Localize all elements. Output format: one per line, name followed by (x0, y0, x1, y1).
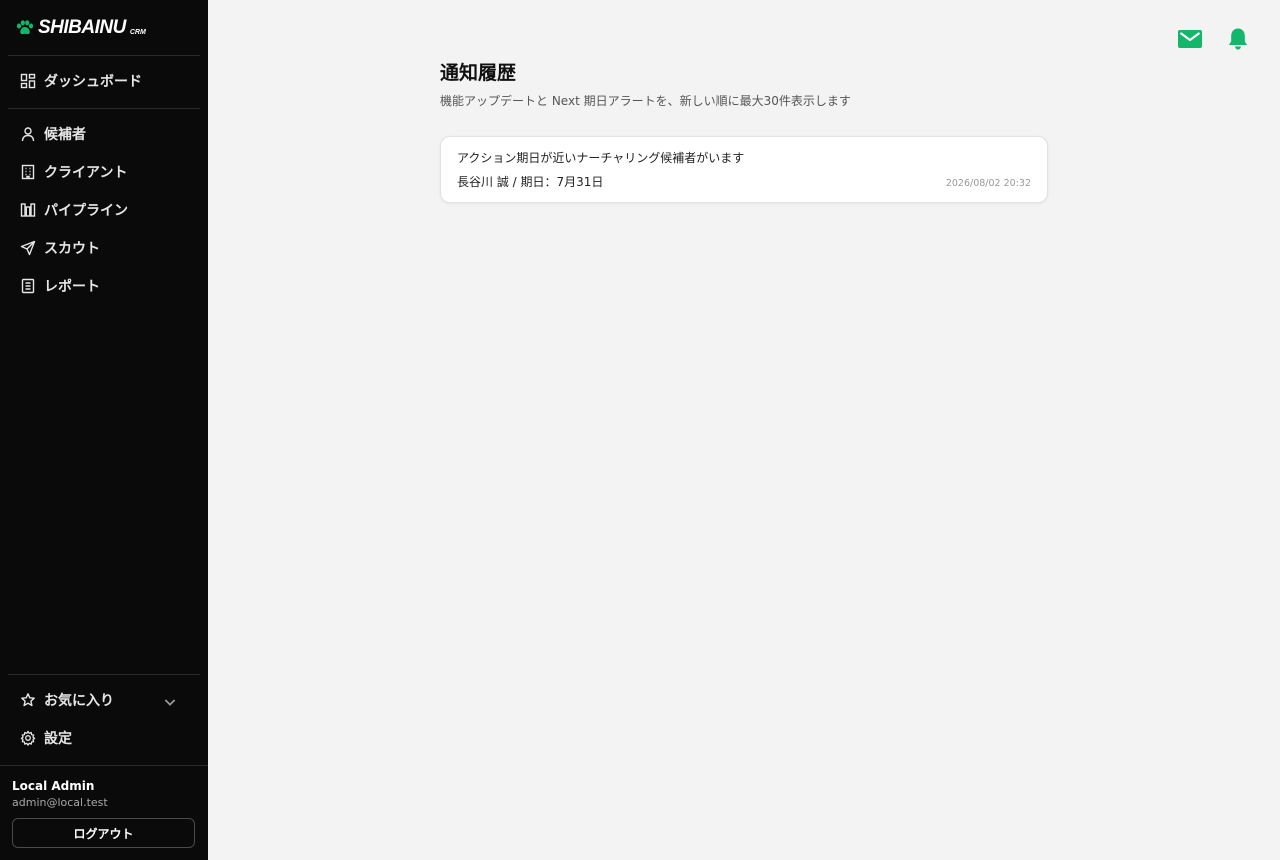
paw-icon (16, 20, 34, 35)
mail-icon (1178, 30, 1202, 48)
sidebar-item-label: スカウト (44, 241, 100, 257)
star-icon (21, 693, 35, 707)
user-block: Local Admin admin@local.test ログアウト (0, 765, 208, 860)
chevron-down-icon[interactable] (162, 694, 178, 710)
bell-icon (1228, 28, 1248, 50)
notification-timestamp: 2026/08/02 20:32 (945, 178, 1031, 189)
sidebar-item-report[interactable]: レポート (8, 269, 200, 303)
dashboard-icon (20, 73, 36, 89)
pipeline-icon (20, 203, 36, 217)
page-subtitle: 機能アップデートと Next 期日アラートを、新しい順に最大30件表示します (440, 94, 851, 108)
notification-detail: 長谷川 誠 / 期日：7月31日 (457, 175, 604, 189)
sidebar-item-label: お気に入り (44, 693, 114, 709)
user-name: Local Admin (12, 779, 95, 793)
sidebar: SHIBAINU CRM ダッシュボード 候補者 クライアント パイプライン ス… (0, 0, 208, 860)
notification-title: アクション期日が近いナーチャリング候補者がいます (457, 151, 745, 165)
sidebar-divider (8, 108, 200, 109)
brand-logo[interactable]: SHIBAINU CRM (16, 14, 146, 42)
logout-button[interactable]: ログアウト (12, 818, 195, 848)
send-icon (20, 240, 36, 256)
sidebar-item-candidates[interactable]: 候補者 (8, 117, 200, 151)
sidebar-item-label: パイプライン (44, 203, 128, 219)
sidebar-item-dashboard[interactable]: ダッシュボード (8, 64, 200, 98)
mail-button[interactable] (1177, 26, 1203, 52)
bell-button[interactable] (1225, 26, 1251, 52)
page-title: 通知履歴 (440, 62, 517, 84)
sidebar-item-label: レポート (44, 279, 100, 295)
user-email: admin@local.test (12, 796, 108, 809)
user-icon (21, 127, 35, 142)
sidebar-item-label: ダッシュボード (44, 74, 142, 90)
sidebar-item-favorites[interactable]: お気に入り (8, 683, 200, 717)
notification-card[interactable]: アクション期日が近いナーチャリング候補者がいます 長谷川 誠 / 期日：7月31… (440, 136, 1048, 203)
sidebar-divider (8, 55, 200, 56)
brand-name: SHIBAINU (38, 17, 126, 38)
brand-sub: CRM (129, 29, 146, 36)
sidebar-item-label: クライアント (44, 165, 128, 181)
sidebar-item-clients[interactable]: クライアント (8, 155, 200, 189)
gear-icon (20, 730, 36, 746)
sidebar-item-settings[interactable]: 設定 (8, 721, 200, 755)
sidebar-item-scout[interactable]: スカウト (8, 231, 200, 265)
sidebar-item-label: 候補者 (44, 127, 86, 143)
building-icon (21, 164, 35, 180)
report-icon (21, 278, 35, 294)
sidebar-item-pipeline[interactable]: パイプライン (8, 193, 200, 227)
sidebar-item-label: 設定 (44, 731, 72, 747)
sidebar-divider (8, 674, 200, 675)
